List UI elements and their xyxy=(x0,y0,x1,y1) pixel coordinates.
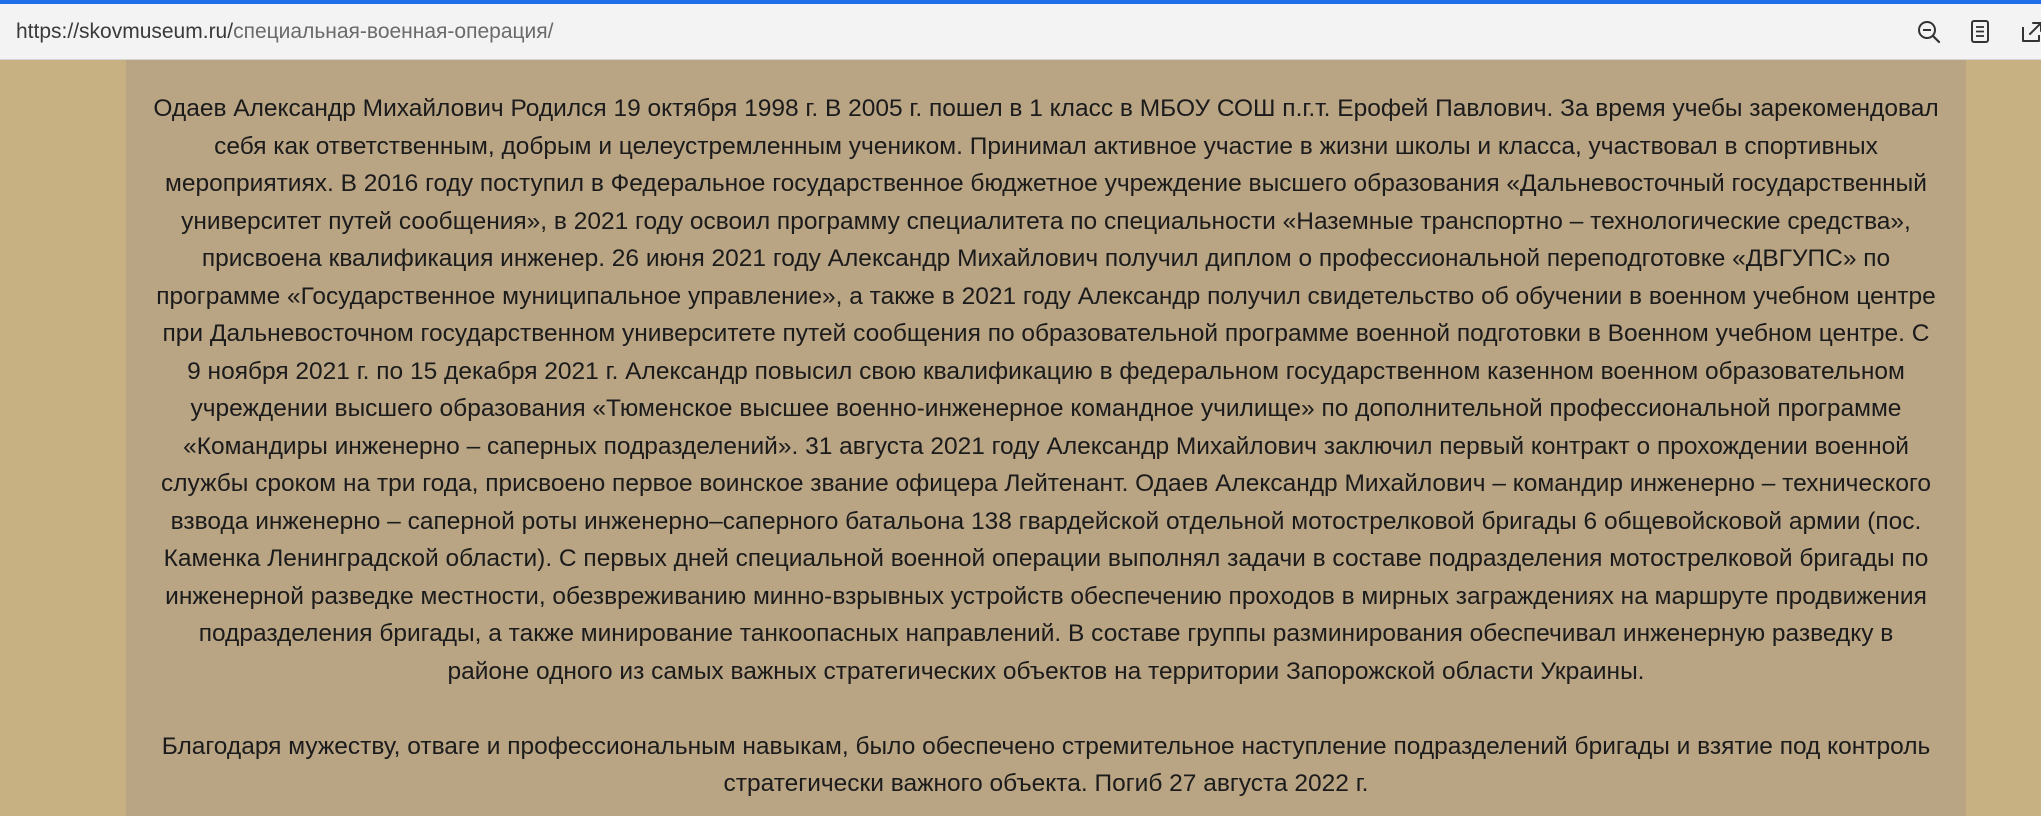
page-background: Одаев Александр Михайлович Родился 19 ок… xyxy=(0,60,2041,816)
share-icon[interactable] xyxy=(2015,16,2041,48)
article-paragraph-conclusion: Благодаря мужеству, отваге и профессиона… xyxy=(161,732,1931,798)
article-content: Одаев Александр Михайлович Родился 19 ок… xyxy=(126,60,1966,816)
reader-mode-icon[interactable] xyxy=(1964,16,1996,48)
url-path: специальная-военная-операция/ xyxy=(233,20,554,43)
url-field[interactable]: https://skovmuseum.ru/специальная-военна… xyxy=(16,19,553,45)
address-bar[interactable]: https://skovmuseum.ru/специальная-военна… xyxy=(0,4,2041,60)
zoom-out-icon[interactable] xyxy=(1913,16,1945,48)
url-domain: https://skovmuseum.ru/ xyxy=(16,20,234,43)
article-text: Одаев Александр Михайлович Родился 19 ок… xyxy=(138,90,1954,803)
article-paragraph-biography: Одаев Александр Михайлович Родился 19 ок… xyxy=(153,95,1939,685)
